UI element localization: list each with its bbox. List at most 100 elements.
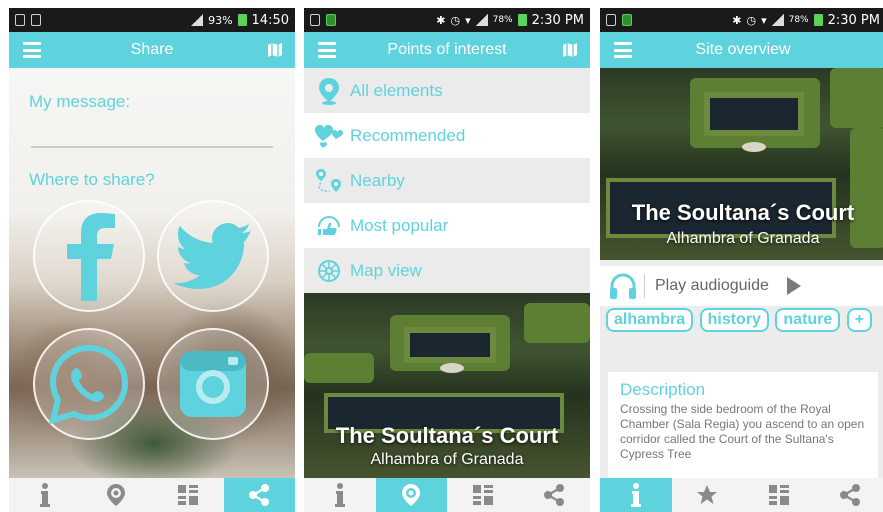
menu-item-label: All elements xyxy=(350,80,443,100)
share-screen: 93% 14:50 Share My message: Where to sha… xyxy=(9,8,295,512)
menu-item-recommended[interactable]: Recommended xyxy=(304,113,590,158)
hero-subtitle: Alhambra of Granada xyxy=(666,230,820,247)
message-input[interactable] xyxy=(31,146,273,148)
tab-info[interactable] xyxy=(9,478,81,512)
twitter-icon xyxy=(173,223,251,289)
site-overview-screen: ✱ ◷ ▾ 78% 2:30 PM Site overview The Soul… xyxy=(600,8,883,512)
location-pin-icon xyxy=(319,77,339,105)
tag-nature[interactable]: nature xyxy=(775,308,841,332)
hero-title: The Soultana´s Court xyxy=(335,423,559,448)
site-hero-image: The Soultana´s Court Alhambra of Granada xyxy=(600,68,883,260)
hero-title: The Soultana´s Court xyxy=(631,200,855,225)
tab-grid[interactable] xyxy=(743,478,815,512)
app-notification-icon xyxy=(622,14,632,26)
poi-menu: All elements Recommended Nearby Most pop… xyxy=(304,68,590,293)
menu-item-all-elements[interactable]: All elements xyxy=(304,68,590,113)
divider xyxy=(644,274,645,298)
clock: 14:50 xyxy=(251,12,289,28)
wifi-icon: ▾ xyxy=(465,13,471,27)
headphones-icon xyxy=(610,273,636,299)
map-icon[interactable] xyxy=(267,42,283,58)
battery-icon xyxy=(813,14,823,26)
audioguide-row[interactable]: Play audioguide xyxy=(600,266,883,306)
grid-icon xyxy=(472,485,493,505)
bottom-tab-bar xyxy=(9,478,295,512)
top-bar: Share xyxy=(9,32,295,68)
menu-item-label: Nearby xyxy=(350,170,405,190)
share-icon xyxy=(840,484,861,506)
clock: 2:30 PM xyxy=(827,12,880,28)
bottom-tab-bar xyxy=(304,478,590,512)
page-title: Share xyxy=(130,41,174,58)
tag-list: alhambra history nature + xyxy=(606,308,882,338)
instagram-share-button[interactable] xyxy=(157,328,269,440)
bluetooth-icon: ✱ xyxy=(436,13,446,27)
page-title: Points of interest xyxy=(387,41,507,58)
tab-share[interactable] xyxy=(223,478,295,512)
signal-icon xyxy=(771,14,784,26)
alarm-icon: ◷ xyxy=(450,13,461,27)
my-message-label: My message: xyxy=(29,92,131,111)
grid-icon xyxy=(768,485,789,505)
tab-grid[interactable] xyxy=(152,478,224,512)
tab-favorite[interactable] xyxy=(672,478,744,512)
points-of-interest-screen: ✱ ◷ ▾ 78% 2:30 PM Points of interest All… xyxy=(304,8,590,512)
battery-percent: 78% xyxy=(492,15,513,25)
where-to-share-label: Where to share? xyxy=(29,170,155,189)
hero-subtitle: Alhambra of Granada xyxy=(370,451,524,468)
tag-alhambra[interactable]: alhambra xyxy=(606,308,694,332)
bottom-tab-bar xyxy=(600,478,883,512)
location-star-icon xyxy=(107,484,126,506)
info-icon xyxy=(334,483,345,507)
instagram-icon xyxy=(180,351,246,417)
signal-icon xyxy=(475,14,488,26)
usb-icon xyxy=(310,14,320,26)
grid-icon xyxy=(177,485,198,505)
tab-points[interactable] xyxy=(81,478,153,512)
menu-icon[interactable] xyxy=(23,42,41,58)
star-icon xyxy=(697,485,718,504)
tab-share[interactable] xyxy=(519,478,591,512)
status-bar: ✱ ◷ ▾ 78% 2:30 PM xyxy=(304,8,590,32)
tab-info[interactable] xyxy=(600,478,672,512)
facebook-icon xyxy=(67,213,115,301)
route-icon xyxy=(316,168,341,192)
tab-share[interactable] xyxy=(815,478,883,512)
usb-icon xyxy=(15,14,25,26)
menu-icon[interactable] xyxy=(614,42,632,58)
wifi-icon: ▾ xyxy=(761,13,767,27)
top-bar: Site overview xyxy=(600,32,883,68)
battery-icon xyxy=(237,14,247,26)
menu-item-label: Most popular xyxy=(350,215,449,235)
info-icon xyxy=(39,483,50,507)
usb-icon xyxy=(606,14,616,26)
tab-grid[interactable] xyxy=(447,478,519,512)
tab-points[interactable] xyxy=(375,478,447,512)
info-icon xyxy=(630,483,641,507)
play-icon[interactable] xyxy=(786,277,801,295)
poi-hero-image[interactable]: The Soultana´s Court Alhambra of Granada xyxy=(304,293,590,478)
menu-item-label: Recommended xyxy=(350,125,466,145)
battery-icon xyxy=(517,14,527,26)
battery-percent: 78% xyxy=(788,15,809,25)
compass-icon xyxy=(318,259,340,282)
tag-history[interactable]: history xyxy=(699,308,769,332)
menu-item-nearby[interactable]: Nearby xyxy=(304,158,590,203)
location-star-icon xyxy=(402,484,421,506)
description-text: Crossing the side bedroom of the Royal C… xyxy=(620,402,865,461)
twitter-share-button[interactable] xyxy=(157,200,269,312)
status-bar: 93% 14:50 xyxy=(9,8,295,32)
whatsapp-icon xyxy=(49,344,129,424)
clock: 2:30 PM xyxy=(531,12,584,28)
facebook-share-button[interactable] xyxy=(33,200,145,312)
map-icon[interactable] xyxy=(562,42,578,58)
share-icon xyxy=(249,484,270,506)
add-tag-button[interactable]: + xyxy=(846,308,873,332)
whatsapp-share-button[interactable] xyxy=(33,328,145,440)
menu-item-most-popular[interactable]: Most popular xyxy=(304,203,590,248)
menu-icon[interactable] xyxy=(318,42,336,58)
tab-info[interactable] xyxy=(304,478,376,512)
bluetooth-icon: ✱ xyxy=(732,13,742,27)
app-notification-icon xyxy=(326,14,336,26)
menu-item-map-view[interactable]: Map view xyxy=(304,248,590,293)
